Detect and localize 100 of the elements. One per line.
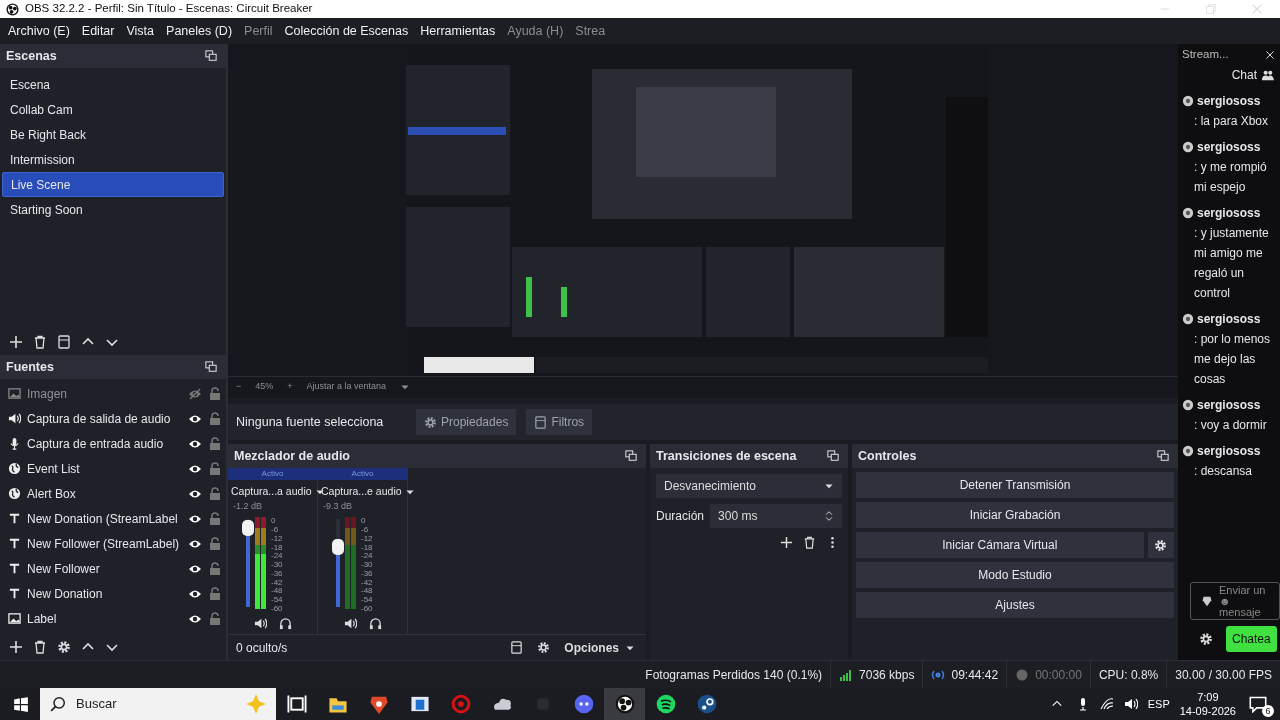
lock-icon[interactable]	[208, 511, 222, 526]
fps: 30.00 / 30.00 FPS	[1175, 666, 1272, 684]
trash-icon	[33, 335, 47, 349]
source-item[interactable]: Imagen	[27, 384, 182, 403]
notifications-button[interactable]: 6	[1246, 693, 1270, 715]
undock-icon	[625, 450, 637, 462]
chat-message: : y me rompió mi espejo	[1194, 159, 1268, 196]
scale-label: -54	[361, 596, 373, 605]
scale-label: 0	[361, 517, 367, 526]
settings-button[interactable]	[1147, 532, 1174, 558]
lock-icon[interactable]	[208, 586, 222, 601]
undock-button[interactable]	[1154, 448, 1172, 464]
zoom-in-button[interactable]: +	[287, 379, 293, 394]
duration-field[interactable]: 300 ms	[710, 504, 842, 528]
scene-item[interactable]: Escena	[2, 72, 224, 97]
text-icon	[8, 512, 21, 525]
undock-button[interactable]	[202, 359, 220, 375]
wifi-icon[interactable]	[1099, 697, 1114, 711]
lock-icon[interactable]	[208, 561, 222, 576]
source-item[interactable]: New Donation	[27, 584, 182, 603]
no-source-label: Ninguna fuente selecciona	[236, 413, 385, 431]
menu-item[interactable]: Herramientas	[414, 21, 502, 41]
user-badge-icon	[1182, 141, 1194, 153]
control-button[interactable]: Iniciar Cámara Virtual	[856, 532, 1144, 558]
menu-item[interactable]: Vista	[120, 21, 161, 41]
record-icon	[1015, 667, 1030, 682]
recording-app-icon[interactable]	[604, 688, 645, 720]
lock-icon[interactable]	[208, 411, 222, 426]
menu-item[interactable]: Editar	[75, 21, 121, 41]
scene-item[interactable]: Collab Cam	[2, 97, 224, 122]
chat-message: : descansa	[1194, 463, 1254, 480]
filters-button[interactable]: Filtros	[526, 409, 593, 435]
lock-icon[interactable]	[208, 611, 222, 626]
lock-icon[interactable]	[208, 386, 222, 401]
undock-button[interactable]	[622, 448, 640, 464]
eye-slash-icon[interactable]	[188, 386, 202, 401]
scene-item[interactable]: Intermission	[2, 147, 224, 172]
fit-dropdown[interactable]: Ajustar a la ventana	[306, 379, 387, 394]
globe-icon	[8, 462, 21, 475]
dock-title: Mezclador de audio	[234, 447, 350, 465]
source-item[interactable]: New Follower	[27, 559, 182, 578]
clock[interactable]: 7:09 14-09-2026	[1179, 690, 1236, 718]
user-badge-icon	[1182, 207, 1194, 219]
control-button[interactable]: Detener Transmisión	[856, 472, 1174, 498]
source-item[interactable]: New Follower (StreamLabel)	[27, 534, 182, 553]
chat-username: sergiososs	[1197, 93, 1261, 110]
source-item[interactable]: Event List	[27, 459, 182, 478]
message-field[interactable]: Enviar un ☻ mensaje	[1190, 582, 1280, 620]
record-time: 00:00:00	[1035, 666, 1082, 684]
scale-label: -60	[271, 604, 283, 614]
undock-button[interactable]	[202, 48, 220, 64]
chat-tab[interactable]: Chat	[1231, 66, 1257, 84]
menu-item[interactable]: Archivo (E)	[2, 21, 76, 41]
properties-button[interactable]: Propiedades	[416, 409, 517, 435]
options-button[interactable]: Opciones	[561, 636, 638, 659]
control-button[interactable]: Ajustes	[856, 592, 1174, 618]
scale-label: -24	[361, 552, 373, 561]
menu-item[interactable]: Colección de Escenas	[278, 21, 415, 41]
scale-label: -36	[271, 569, 283, 579]
window-title: OBS 32.2.2 - Perfil: Sin Título - Escenas: Circuit Breaker	[25, 1, 313, 17]
lock-icon[interactable]	[208, 536, 222, 551]
dock-title: Escenas	[6, 47, 57, 65]
source-item[interactable]: Captura de salida de audio	[27, 409, 182, 428]
scale-label: -12	[361, 534, 373, 544]
undock-icon	[205, 361, 217, 373]
scale-label: -48	[271, 587, 283, 596]
chat-button[interactable]: Chatea	[1226, 626, 1277, 652]
source-item[interactable]: Label	[27, 609, 182, 628]
gear-icon	[57, 640, 71, 654]
scene-item[interactable]: Be Right Back	[2, 122, 224, 147]
language-indicator[interactable]: ESP	[1147, 695, 1170, 713]
stream-time: 09:44:42	[951, 666, 999, 684]
undock-icon	[1157, 450, 1169, 462]
search-field[interactable]: Buscar	[40, 688, 276, 720]
close-icon	[1251, 3, 1263, 15]
source-item[interactable]: Alert Box	[27, 484, 182, 503]
source-item[interactable]: New Donation (StreamLabel	[27, 509, 182, 528]
shield-icon	[1201, 595, 1213, 607]
hidden-count: 0 oculto/s	[236, 639, 288, 657]
transition-dropdown[interactable]: Desvanecimiento	[656, 474, 842, 498]
volume-icon[interactable]	[1123, 697, 1138, 711]
control-button[interactable]: Iniciar Grabación	[856, 502, 1174, 528]
lock-icon[interactable]	[208, 461, 222, 476]
source-item[interactable]: Captura de entrada audio	[27, 434, 182, 453]
plus-icon	[9, 640, 23, 654]
gear-icon	[1154, 539, 1168, 553]
scale-label: -6	[271, 526, 280, 535]
zoom-out-button[interactable]: −	[236, 379, 242, 394]
lock-icon[interactable]	[208, 486, 222, 501]
menu-item[interactable]: Paneles (D)	[160, 21, 239, 41]
scale-label: -60	[361, 604, 373, 614]
lock-icon[interactable]	[208, 436, 222, 451]
active-status: Activo	[228, 468, 317, 480]
dock-title: Controles	[858, 447, 917, 465]
control-button[interactable]: Modo Estudio	[856, 562, 1174, 588]
scale-label: 0	[271, 517, 277, 526]
undock-button[interactable]	[824, 448, 842, 464]
scene-item[interactable]: Starting Soon	[2, 197, 224, 222]
scene-item[interactable]: Live Scene	[2, 172, 224, 197]
user-badge-icon	[1182, 445, 1194, 457]
